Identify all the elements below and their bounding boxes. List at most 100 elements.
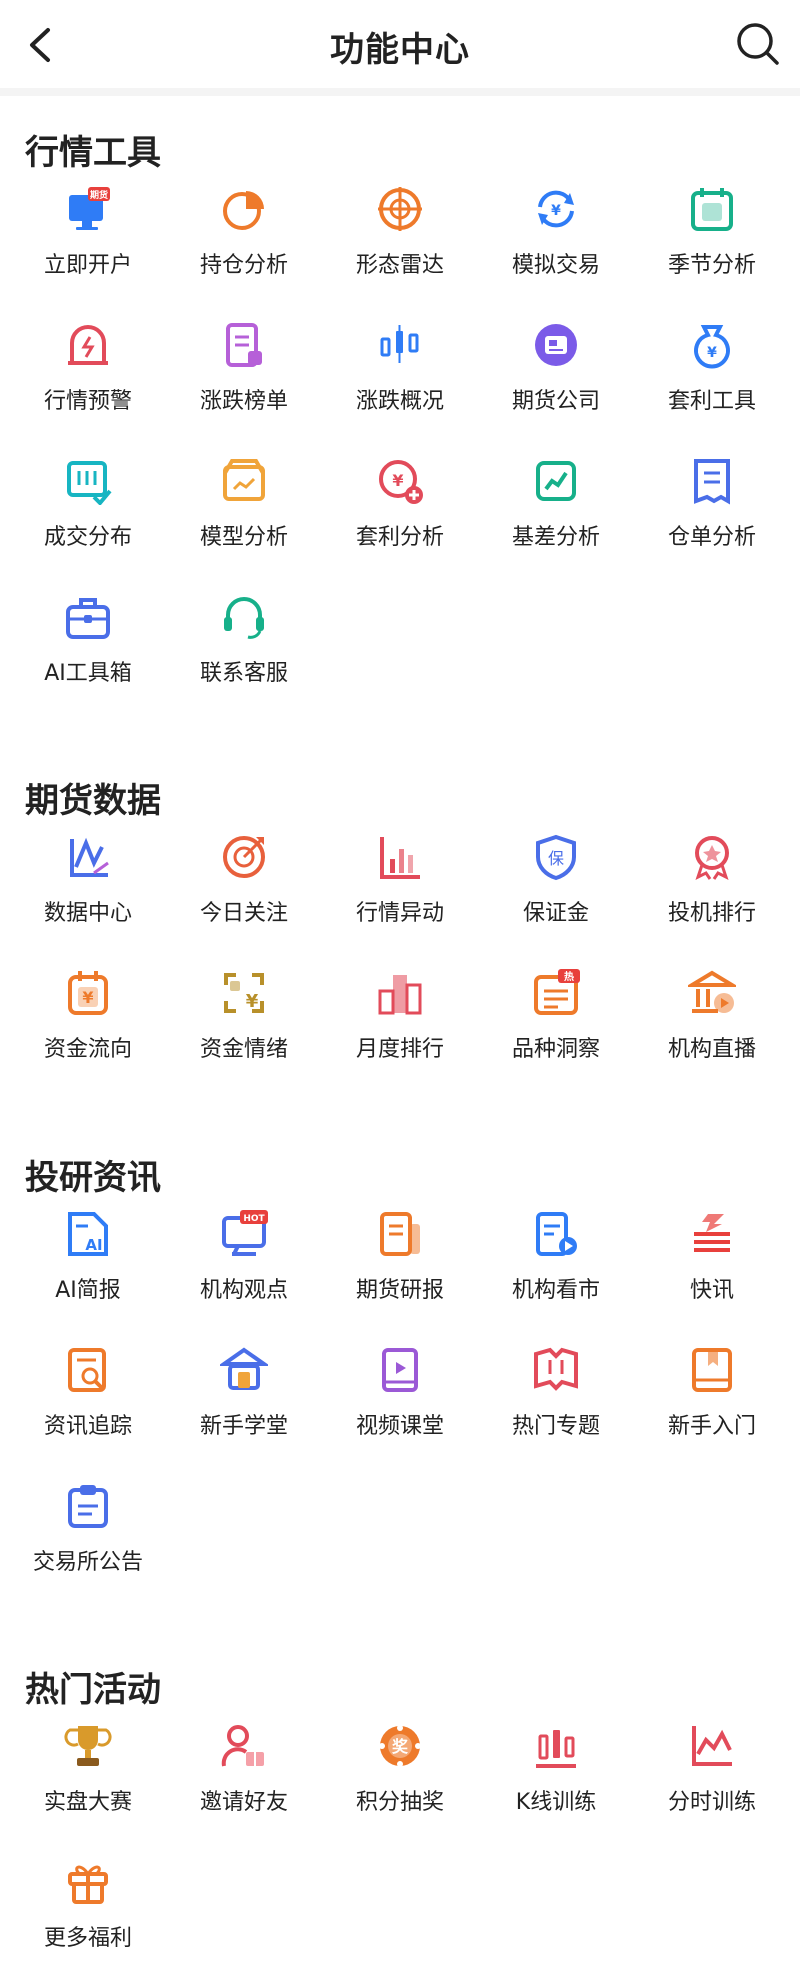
function-item-gift[interactable]: 更多福利	[10, 1856, 166, 1966]
function-item-bar-chart[interactable]: 行情异动	[322, 831, 478, 941]
open-book-icon	[534, 1347, 578, 1391]
function-item-fund-mood[interactable]: ¥ 资金情绪	[166, 967, 322, 1077]
function-item-model-box[interactable]: 模型分析	[166, 455, 322, 565]
bookmark-book-icon	[692, 1348, 732, 1392]
trophy-icon	[64, 1726, 112, 1766]
section-title: 期货数据	[25, 781, 161, 821]
alarm-bell-icon	[68, 325, 108, 365]
function-item-institution-live[interactable]: 机构直播	[634, 967, 790, 1077]
function-item-bookmark-book[interactable]: 新手入门	[634, 1344, 790, 1454]
fund-mood-icon: ¥	[224, 973, 264, 1013]
money-bag-icon: ¥	[694, 325, 730, 369]
function-item-pie-chart[interactable]: 持仓分析	[166, 183, 322, 293]
function-item-label: 涨跌榜单	[199, 389, 288, 414]
function-item-target-arrow[interactable]: 今日关注	[166, 831, 322, 941]
function-item-money-bag[interactable]: ¥ 套利工具	[634, 319, 790, 429]
function-item-award[interactable]: 投机排行	[634, 831, 790, 941]
function-item-insight[interactable]: 热品种洞察	[478, 967, 634, 1077]
function-item-warehouse-receipt[interactable]: 仓单分析	[634, 455, 790, 565]
news-track-icon	[68, 1348, 106, 1392]
headset-icon	[224, 597, 264, 639]
lottery-icon: 奖	[379, 1725, 421, 1767]
school-icon	[220, 1347, 268, 1390]
function-item-label: 资金流向	[43, 1037, 132, 1062]
function-item-label: 模型分析	[199, 525, 288, 550]
function-item-label: 更多福利	[43, 1926, 132, 1951]
function-item-candlestick[interactable]: 涨跌概况	[322, 319, 478, 429]
function-item-alarm-bell[interactable]: 行情预警	[10, 319, 166, 429]
function-item-trend-chart[interactable]: 基差分析	[478, 455, 634, 565]
function-item-label: 行情预警	[43, 389, 132, 414]
svg-text:¥: ¥	[392, 471, 403, 490]
function-item-news-track[interactable]: 资讯追踪	[10, 1344, 166, 1454]
opinion-screen-icon: HOT	[222, 1210, 268, 1256]
function-item-label: 数据中心	[43, 901, 132, 926]
function-item-headset[interactable]: 联系客服	[166, 591, 322, 701]
function-item-label: 机构观点	[199, 1278, 288, 1303]
ai-report-icon: AI	[68, 1212, 108, 1256]
function-item-label: 保证金	[522, 901, 589, 926]
function-item-list-doc[interactable]: 涨跌榜单	[166, 319, 322, 429]
function-item-clipboard[interactable]: 交易所公告	[10, 1480, 166, 1590]
function-item-label: 模拟交易	[511, 253, 600, 278]
gift-icon	[68, 1865, 108, 1904]
function-item-arbitrage-plus[interactable]: ¥ 套利分析	[322, 455, 478, 565]
search-icon[interactable]	[734, 20, 782, 68]
section-title: 行情工具	[25, 133, 161, 173]
function-item-video-book[interactable]: 视频课堂	[322, 1344, 478, 1454]
function-item-label: 期货研报	[355, 1278, 444, 1303]
company-icon	[535, 324, 577, 366]
function-item-opinion-screen[interactable]: HOT 机构观点	[166, 1208, 322, 1318]
top-bar: 功能中心	[0, 0, 800, 90]
function-item-fund-flow[interactable]: ¥ 资金流向	[10, 967, 166, 1077]
function-item-radar-target[interactable]: 形态雷达	[322, 183, 478, 293]
shield-icon: 保	[536, 834, 576, 881]
function-item-label: 机构看市	[511, 1278, 600, 1303]
header-divider	[0, 88, 800, 96]
function-item-market-view[interactable]: 机构看市	[478, 1208, 634, 1318]
arbitrage-plus-icon: ¥	[379, 460, 423, 504]
function-item-exchange[interactable]: ¥ 模拟交易	[478, 183, 634, 293]
function-item-shield[interactable]: 保保证金	[478, 831, 634, 941]
exchange-icon: ¥	[538, 190, 574, 228]
function-item-podium[interactable]: 月度排行	[322, 967, 478, 1077]
function-item-trophy[interactable]: 实盘大赛	[10, 1720, 166, 1830]
candlestick-icon	[380, 325, 419, 363]
function-item-intraday-training[interactable]: 分时训练	[634, 1720, 790, 1830]
function-item-label: 分时训练	[667, 1790, 756, 1815]
function-item-lottery[interactable]: 奖积分抽奖	[322, 1720, 478, 1830]
function-item-label: 热门专题	[511, 1414, 600, 1439]
function-item-label: 基差分析	[511, 525, 600, 550]
function-item-company[interactable]: 期货公司	[478, 319, 634, 429]
function-item-toolbox[interactable]: AI工具箱	[10, 591, 166, 701]
function-item-label: 实盘大赛	[43, 1790, 132, 1815]
function-item-distribution[interactable]: 成交分布	[10, 455, 166, 565]
function-item-calendar-season[interactable]: 季节分析	[634, 183, 790, 293]
kline-training-icon	[536, 1730, 576, 1768]
function-item-invite-gift[interactable]: 邀请好友	[166, 1720, 322, 1830]
video-book-icon	[382, 1348, 418, 1392]
function-item-label: 邀请好友	[199, 1790, 288, 1815]
function-item-label: AI简报	[55, 1278, 121, 1303]
function-item-label: 品种洞察	[511, 1037, 600, 1062]
svg-text:¥: ¥	[551, 203, 561, 219]
svg-text:AI: AI	[85, 1236, 102, 1254]
svg-text:¥: ¥	[246, 991, 259, 1012]
function-item-ai-report[interactable]: AI AI简报	[10, 1208, 166, 1318]
function-item-open-book[interactable]: 热门专题	[478, 1344, 634, 1454]
function-item-label: 快讯	[689, 1278, 734, 1303]
function-item-label: 成交分布	[43, 525, 132, 550]
function-item-label: 机构直播	[667, 1037, 756, 1062]
function-item-flash-news[interactable]: 快讯	[634, 1208, 790, 1318]
page-title: 功能中心	[330, 30, 470, 70]
function-item-school[interactable]: 新手学堂	[166, 1344, 322, 1454]
function-item-label: 立即开户	[43, 253, 132, 278]
function-item-label: AI工具箱	[44, 661, 132, 686]
function-item-label: 形态雷达	[355, 253, 444, 278]
item-badge: HOT	[243, 1214, 265, 1224]
function-item-open-account[interactable]: 期货 立即开户	[10, 183, 166, 293]
function-item-kline-training[interactable]: K线训练	[478, 1720, 634, 1830]
function-item-label: 积分抽奖	[355, 1790, 444, 1815]
function-item-data-center[interactable]: 数据中心	[10, 831, 166, 941]
function-item-research-doc[interactable]: 期货研报	[322, 1208, 478, 1318]
